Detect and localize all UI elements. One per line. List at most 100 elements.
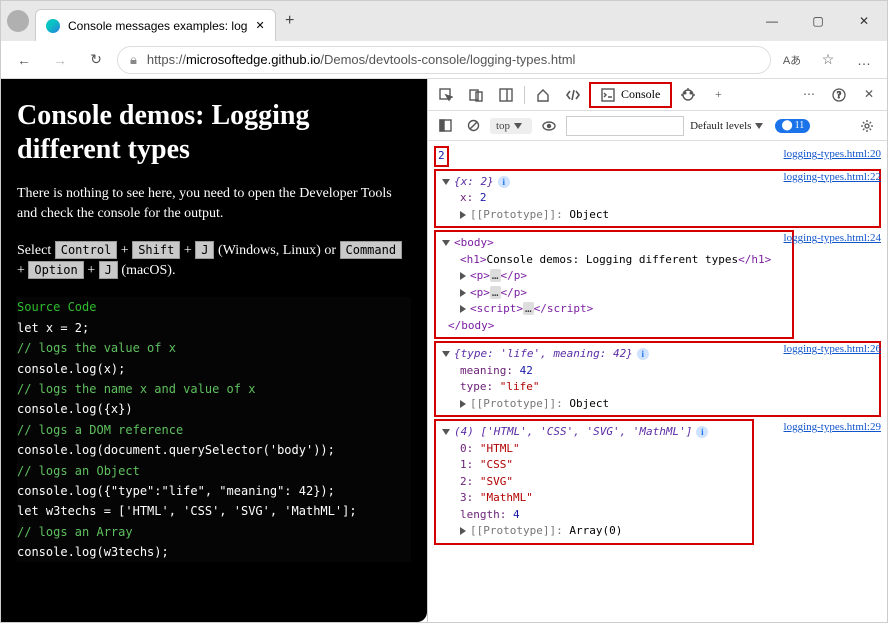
console-output[interactable]: 2 logging-types.html:20 logging-types.ht…: [428, 141, 887, 622]
live-expression-icon[interactable]: [538, 113, 560, 139]
code-line: console.log({"type":"life", "meaning": 4…: [17, 481, 411, 501]
more-tools-button[interactable]: ⋯: [795, 82, 823, 108]
code-line: let x = 2;: [17, 318, 411, 338]
minimize-button[interactable]: —: [749, 6, 795, 36]
console-toolbar: top Default levels ⬤11: [428, 111, 887, 141]
clear-console-icon[interactable]: [462, 113, 484, 139]
welcome-tab-icon[interactable]: [529, 82, 557, 108]
content-area: Console demos: Logging different types T…: [1, 79, 887, 622]
code-line: console.log(document.querySelector('body…: [17, 440, 411, 460]
code-line: console.log(x);: [17, 359, 411, 379]
expand-icon[interactable]: [460, 211, 466, 219]
help-button[interactable]: ?: [825, 82, 853, 108]
key-shift: Shift: [132, 241, 180, 259]
expand-icon[interactable]: [442, 240, 450, 246]
tab-title: Console messages examples: log: [68, 19, 247, 33]
expand-icon[interactable]: [460, 289, 466, 297]
console-row: logging-types.html:24 <body> <h1>Console…: [434, 230, 881, 339]
profile-avatar[interactable]: [7, 10, 29, 32]
url-input[interactable]: 🔒︎ https://microsoftedge.github.io/Demos…: [117, 46, 771, 74]
key-option: Option: [28, 261, 83, 279]
console-tab[interactable]: Console: [589, 82, 672, 108]
back-button[interactable]: ←: [9, 45, 39, 75]
key-j2: J: [99, 261, 118, 279]
source-code-title: Source Code: [17, 297, 411, 317]
reload-button[interactable]: ↻: [81, 45, 111, 75]
browser-tab[interactable]: Console messages examples: log ✕: [35, 9, 276, 41]
console-row: 2 logging-types.html:20: [434, 146, 881, 167]
code-line: console.log(w3techs);: [17, 542, 411, 562]
url-host: microsoftedge.github.io: [186, 52, 320, 67]
key-j: J: [195, 241, 214, 259]
close-devtools-button[interactable]: ✕: [855, 82, 883, 108]
code-line: // logs an Object: [17, 461, 411, 481]
expand-icon[interactable]: [442, 351, 450, 357]
maximize-button[interactable]: ▢: [795, 6, 841, 36]
svg-text:?: ?: [837, 90, 841, 100]
code-line: // logs a DOM reference: [17, 420, 411, 440]
sidebar-toggle-icon[interactable]: [434, 113, 456, 139]
key-command: Command: [340, 241, 403, 259]
device-emulation-icon[interactable]: [462, 82, 490, 108]
devtools-toolbar: Console + ⋯ ? ✕: [428, 79, 887, 111]
web-page: Console demos: Logging different types T…: [1, 79, 427, 622]
settings-menu-button[interactable]: …: [849, 45, 879, 75]
close-window-button[interactable]: ✕: [841, 6, 887, 36]
dock-side-icon[interactable]: [492, 82, 520, 108]
console-tab-label: Console: [621, 87, 660, 102]
source-code-block: Source Code let x = 2; // logs the value…: [17, 297, 411, 562]
code-line: let w3techs = ['HTML', 'CSS', 'SVG', 'Ma…: [17, 501, 411, 521]
info-icon[interactable]: i: [637, 348, 649, 360]
console-row: logging-types.html:29 (4) ['HTML', 'CSS'…: [434, 419, 881, 545]
devtools-panel: Console + ⋯ ? ✕ top Default levels ⬤11: [427, 79, 887, 622]
site-info-icon[interactable]: 🔒︎: [130, 52, 137, 68]
expand-icon[interactable]: [460, 272, 466, 280]
console-row: logging-types.html:26 {type: 'life', mea…: [434, 341, 881, 417]
chevron-down-icon: [755, 123, 763, 129]
close-tab-button[interactable]: ✕: [255, 19, 264, 32]
console-icon: [601, 88, 615, 102]
page-intro: There is nothing to see here, you need t…: [17, 184, 411, 225]
filter-input[interactable]: [566, 116, 684, 136]
console-settings-icon[interactable]: [853, 113, 881, 139]
favorite-button[interactable]: ☆: [813, 45, 843, 75]
titlebar: Console messages examples: log ✕ + — ▢ ✕: [1, 1, 887, 41]
issues-tab-icon[interactable]: [674, 82, 702, 108]
address-bar: ← → ↻ 🔒︎ https://microsoftedge.github.io…: [1, 41, 887, 79]
info-icon[interactable]: i: [498, 176, 510, 188]
new-tab-button[interactable]: +: [276, 12, 304, 30]
source-link[interactable]: logging-types.html:26: [784, 341, 881, 358]
array-expansion[interactable]: (4) ['HTML', 'CSS', 'SVG', 'MathML']i 0:…: [434, 419, 754, 545]
expand-icon[interactable]: [442, 179, 450, 185]
forward-button: →: [45, 45, 75, 75]
inspect-element-icon[interactable]: [432, 82, 460, 108]
source-link[interactable]: logging-types.html:24: [784, 230, 881, 247]
window-controls: — ▢ ✕: [749, 6, 887, 36]
read-aloud-button[interactable]: Aあ: [777, 45, 807, 75]
code-line: console.log({x}): [17, 399, 411, 419]
context-selector[interactable]: top: [490, 118, 532, 134]
code-line: // logs the name x and value of x: [17, 379, 411, 399]
page-shortcut: Select Control + Shift + J (Windows, Lin…: [17, 241, 411, 282]
log-levels-selector[interactable]: Default levels: [690, 120, 767, 132]
expand-icon[interactable]: [460, 305, 466, 313]
expand-icon[interactable]: [460, 400, 466, 408]
url-path: /Demos/devtools-console/logging-types.ht…: [320, 52, 575, 67]
source-link[interactable]: logging-types.html:29: [784, 419, 881, 436]
console-row: logging-types.html:22 {x: 2}i x: 2 [[Pro…: [434, 169, 881, 229]
chevron-down-icon: [514, 123, 522, 129]
url-scheme: https://: [147, 52, 186, 67]
info-icon[interactable]: i: [696, 426, 708, 438]
expand-icon[interactable]: [460, 527, 466, 535]
source-link[interactable]: logging-types.html:22: [784, 169, 881, 186]
log-value: 2: [434, 146, 449, 167]
issues-badge[interactable]: ⬤11: [775, 119, 810, 133]
key-control: Control: [55, 241, 118, 259]
page-heading: Console demos: Logging different types: [17, 99, 411, 166]
dom-expansion[interactable]: <body> <h1>Console demos: Logging differ…: [434, 230, 794, 339]
more-tabs-button[interactable]: +: [704, 82, 732, 108]
source-link[interactable]: logging-types.html:20: [784, 146, 881, 163]
elements-tab-icon[interactable]: [559, 82, 587, 108]
expand-icon[interactable]: [442, 429, 450, 435]
code-line: // logs the value of x: [17, 338, 411, 358]
